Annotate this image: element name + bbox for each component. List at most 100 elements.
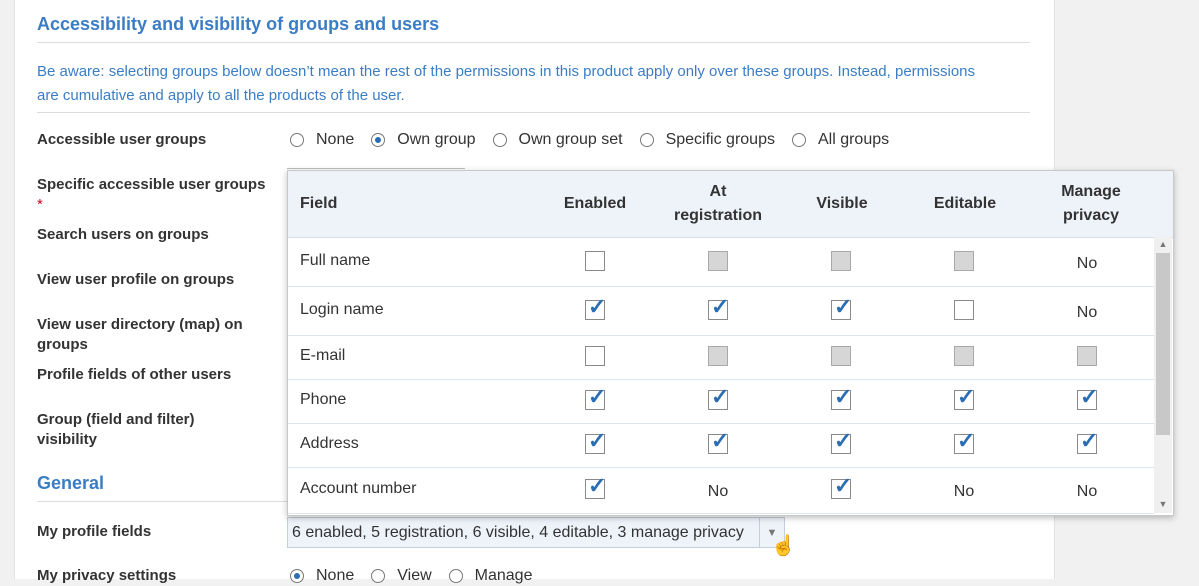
radio-privacy-manage[interactable]: Manage <box>448 567 532 585</box>
radio-button[interactable] <box>371 569 386 583</box>
field-name: Phone <box>300 391 347 408</box>
checkmark-icon: ✓ <box>588 473 607 498</box>
radio-label: Own group <box>397 131 476 148</box>
visible-checkbox[interactable]: ✓ <box>831 430 852 454</box>
table-row: E-mail <box>288 335 1154 380</box>
section-title-general: General <box>37 473 105 493</box>
hand-cursor-icon: ☝ <box>771 535 796 557</box>
radio-none[interactable]: None <box>290 131 354 149</box>
enabled-checkbox[interactable] <box>585 346 605 366</box>
header-text: At <box>709 183 727 200</box>
editable-checkbox[interactable]: ✓ <box>954 386 975 410</box>
visible-checkbox[interactable]: ✓ <box>831 296 852 320</box>
label-view-user-profile: View user profile on groups <box>37 271 235 288</box>
divider <box>37 42 1030 43</box>
label-group-visibility: Group (field and filter) visibility <box>37 411 195 448</box>
grid-header: Field Enabled At registration Visible Ed… <box>288 171 1173 238</box>
radio-label: Specific groups <box>665 131 775 148</box>
registration-checkbox[interactable]: ✓ <box>708 296 729 320</box>
table-row: Phone ✓ ✓ ✓ ✓ ✓ <box>288 379 1154 424</box>
radio-button[interactable] <box>791 133 806 147</box>
checkmark-icon: ✓ <box>834 384 853 409</box>
radio-own-group-set[interactable]: Own group set <box>492 131 623 149</box>
editable-checkbox[interactable] <box>954 300 974 320</box>
radio-specific-groups[interactable]: Specific groups <box>639 131 775 149</box>
checkmark-icon: ✓ <box>957 428 976 453</box>
enabled-checkbox[interactable] <box>585 251 605 271</box>
radio-own-group[interactable]: Own group <box>371 131 476 149</box>
privacy-checkbox <box>1077 346 1097 366</box>
privacy-value: No <box>1076 483 1098 500</box>
privacy-checkbox[interactable]: ✓ <box>1077 386 1098 410</box>
privacy-value: No <box>1076 255 1098 272</box>
privacy-checkbox[interactable]: ✓ <box>1077 430 1098 454</box>
registration-checkbox <box>708 251 728 271</box>
scroll-thumb[interactable] <box>1156 253 1170 435</box>
profile-fields-summary-dropdown[interactable]: 6 enabled, 5 registration, 6 visible, 4 … <box>287 517 785 548</box>
permissions-notice: Be aware: selecting groups below doesn’t… <box>37 63 976 104</box>
radio-privacy-view[interactable]: View <box>371 567 432 585</box>
header-text: Manage <box>1061 183 1121 200</box>
editable-checkbox <box>954 251 974 271</box>
radio-button-selected[interactable] <box>290 569 304 583</box>
enabled-checkbox[interactable]: ✓ <box>585 475 606 499</box>
registration-checkbox[interactable]: ✓ <box>708 386 729 410</box>
label-search-users: Search users on groups <box>37 226 209 243</box>
header-visible: Visible <box>816 195 868 212</box>
field-name: Address <box>300 435 359 452</box>
editable-checkbox[interactable]: ✓ <box>954 430 975 454</box>
radio-label: None <box>316 131 355 148</box>
privacy-value: No <box>1076 304 1098 321</box>
visible-checkbox[interactable]: ✓ <box>831 475 852 499</box>
header-at-registration: At registration <box>658 180 778 228</box>
radio-button[interactable] <box>290 133 304 147</box>
checkmark-icon: ✓ <box>957 384 976 409</box>
registration-checkbox <box>708 346 728 366</box>
checkmark-icon: ✓ <box>1080 384 1099 409</box>
radio-button[interactable] <box>639 133 654 147</box>
checkmark-icon: ✓ <box>1080 428 1099 453</box>
table-row: Account number ✓ No ✓ No No <box>288 467 1154 514</box>
field-name: E-mail <box>300 347 346 364</box>
registration-value: No <box>707 483 729 500</box>
divider <box>37 112 1030 113</box>
label-profile-fields-others: Profile fields of other users <box>37 366 232 383</box>
checkmark-icon: ✓ <box>834 473 853 498</box>
radio-label: View <box>397 567 432 584</box>
header-manage-privacy: Manage privacy <box>1041 180 1141 228</box>
table-row: Login name ✓ ✓ ✓ No <box>288 286 1154 336</box>
header-text: privacy <box>1062 207 1120 224</box>
checkmark-icon: ✓ <box>711 294 730 319</box>
header-editable: Editable <box>933 195 997 212</box>
grid-scrollbar[interactable]: ▲ ▼ <box>1154 237 1172 513</box>
radio-button[interactable] <box>448 569 463 583</box>
summary-text: 6 enabled, 5 registration, 6 visible, 4 … <box>292 523 744 541</box>
enabled-checkbox[interactable]: ✓ <box>585 296 606 320</box>
radio-label: None <box>316 567 355 584</box>
label-text: Specific accessible user groups <box>37 176 266 193</box>
label-my-privacy-settings: My privacy settings <box>37 567 177 584</box>
radio-label: Own group set <box>518 131 623 148</box>
radio-privacy-none[interactable]: None <box>290 567 354 585</box>
radio-all-groups[interactable]: All groups <box>791 131 890 149</box>
editable-checkbox <box>954 346 974 366</box>
enabled-checkbox[interactable]: ✓ <box>585 430 606 454</box>
editable-value: No <box>953 483 975 500</box>
header-enabled: Enabled <box>563 195 627 212</box>
radio-label: All groups <box>817 131 890 148</box>
privacy-radio-group: None View Manage <box>290 567 549 585</box>
registration-checkbox[interactable]: ✓ <box>708 430 729 454</box>
required-marker: * <box>37 196 43 213</box>
scroll-down-icon[interactable]: ▼ <box>1158 499 1168 509</box>
label-accessible-user-groups: Accessible user groups <box>37 131 207 148</box>
section-title-accessibility: Accessibility and visibility of groups a… <box>37 14 440 34</box>
profile-fields-popup: Field Enabled At registration Visible Ed… <box>287 170 1174 516</box>
enabled-checkbox[interactable]: ✓ <box>585 386 606 410</box>
checkmark-icon: ✓ <box>588 294 607 319</box>
scroll-up-icon[interactable]: ▲ <box>1158 239 1168 249</box>
visible-checkbox[interactable]: ✓ <box>831 386 852 410</box>
radio-button[interactable] <box>492 133 507 147</box>
label-view-user-directory: View user directory (map) on groups <box>37 316 243 353</box>
checkmark-icon: ✓ <box>834 428 853 453</box>
radio-button-selected[interactable] <box>371 133 386 147</box>
